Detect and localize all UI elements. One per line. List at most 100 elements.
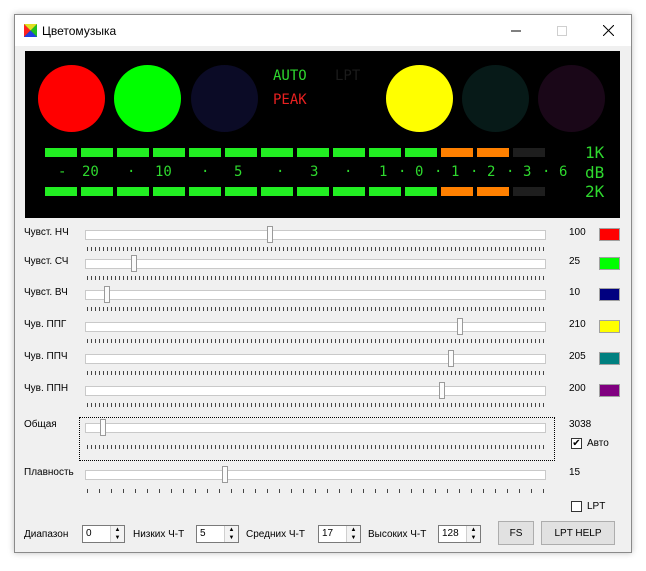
minimize-icon	[511, 30, 521, 31]
slider-track[interactable]	[85, 386, 546, 396]
lamp-red	[38, 65, 105, 132]
slider-track[interactable]	[85, 290, 546, 300]
level-segment	[261, 148, 293, 157]
smooth-ticks	[87, 489, 545, 493]
slider-thumb[interactable]	[457, 318, 463, 335]
lpt-help-button[interactable]: LPT HELP	[541, 521, 615, 545]
high-value: 128	[442, 528, 459, 539]
level-segment	[81, 187, 113, 196]
scale-tick-label: -	[58, 164, 67, 180]
color-swatch[interactable]	[599, 384, 620, 397]
total-track[interactable]	[85, 423, 546, 433]
slider-ticks	[87, 276, 545, 280]
color-swatch[interactable]	[599, 352, 620, 365]
slider-track[interactable]	[85, 259, 546, 269]
slider-ticks	[87, 339, 545, 343]
level-segment	[477, 187, 509, 196]
spinner-arrows-icon[interactable]: ▲ ▼	[346, 526, 360, 542]
visualizer-panel: AUTO LPT PEAK -20 · 10 · 5 · 3 · 1 · 0 · 1 · 2 · 3 · 6 1K …	[25, 51, 620, 218]
smooth-slider-thumb[interactable]	[222, 466, 228, 483]
level-segment	[513, 148, 545, 157]
level-segment	[189, 148, 221, 157]
range-label: Диапазон	[24, 529, 69, 540]
slider-ticks	[87, 307, 545, 311]
lamp-yellow	[386, 65, 453, 132]
level-segment	[513, 187, 545, 196]
maximize-button[interactable]	[539, 15, 585, 46]
slider-label: Чувст. НЧ	[24, 227, 69, 238]
color-swatch[interactable]	[599, 288, 620, 301]
auto-label: Авто	[587, 438, 609, 449]
smooth-value: 15	[569, 467, 581, 478]
level-segment	[297, 187, 329, 196]
slider-thumb[interactable]	[439, 382, 445, 399]
level-segment	[117, 187, 149, 196]
mid-label: Средних Ч-Т	[246, 529, 305, 540]
scale-tick-label: 0	[415, 164, 424, 180]
color-swatch[interactable]	[599, 257, 620, 270]
app-icon	[24, 24, 37, 37]
color-swatch[interactable]	[599, 320, 620, 333]
peak-indicator: PEAK	[273, 92, 307, 108]
slider-thumb[interactable]	[104, 286, 110, 303]
smooth-label: Плавность	[24, 467, 74, 478]
high-label: Высоких Ч-Т	[368, 529, 427, 540]
label-2k: 2K	[585, 182, 605, 201]
slider-thumb[interactable]	[267, 226, 273, 243]
low-spinner[interactable]: 5 ▲ ▼	[196, 525, 239, 543]
range-spinner[interactable]: 0 ▲ ▼	[82, 525, 125, 543]
slider-value: 100	[569, 227, 586, 238]
title-bar[interactable]: Цветомузыка	[15, 15, 631, 46]
level-segment	[405, 187, 437, 196]
total-label: Общая	[24, 419, 57, 430]
level-segment	[441, 187, 473, 196]
slider-label: Чув. ППЧ	[24, 351, 68, 362]
lamp-green	[114, 65, 181, 132]
slider-value: 25	[569, 256, 581, 267]
spinner-arrows-icon[interactable]: ▲ ▼	[224, 526, 238, 542]
slider-track[interactable]	[85, 230, 546, 240]
smooth-track[interactable]	[85, 470, 546, 480]
color-swatch[interactable]	[599, 228, 620, 241]
scale-tick-label: 6	[559, 164, 568, 180]
scale-tick-label: ·	[127, 164, 136, 180]
level-segment	[153, 148, 185, 157]
slider-value: 205	[569, 351, 586, 362]
slider-value: 10	[569, 287, 581, 298]
auto-checkbox[interactable]: ✔	[571, 438, 582, 449]
spinner-arrows-icon[interactable]: ▲ ▼	[110, 526, 124, 542]
slider-thumb[interactable]	[131, 255, 137, 272]
slider-ticks	[87, 371, 545, 375]
high-spinner[interactable]: 128 ▲ ▼	[438, 525, 481, 543]
level-segment	[45, 148, 77, 157]
scale-tick-label: 10	[155, 164, 172, 180]
slider-ticks	[87, 403, 545, 407]
level-segment	[45, 187, 77, 196]
minimize-button[interactable]	[493, 15, 539, 46]
slider-track[interactable]	[85, 322, 546, 332]
level-segment	[297, 148, 329, 157]
mid-spinner[interactable]: 17 ▲ ▼	[318, 525, 361, 543]
maximize-icon	[557, 25, 567, 36]
lpt-checkbox[interactable]	[571, 501, 582, 512]
mid-value: 17	[322, 528, 334, 539]
scale-tick-label: ·	[201, 164, 210, 180]
level-segment	[333, 187, 365, 196]
total-slider-thumb[interactable]	[100, 419, 106, 436]
window-title: Цветомузыка	[42, 24, 117, 38]
lpt-label: LPT	[587, 501, 606, 512]
fs-button[interactable]: FS	[498, 521, 534, 545]
level-segment	[369, 148, 401, 157]
level-segment	[441, 148, 473, 157]
slider-track[interactable]	[85, 354, 546, 364]
level-segment	[81, 148, 113, 157]
app-window: Цветомузыка AUTO LPT PEAK -20 · 10 · 5 · 3 · 1 · 0…	[14, 14, 632, 553]
close-button[interactable]	[585, 15, 631, 46]
scale-tick-label: 5	[234, 164, 243, 180]
slider-thumb[interactable]	[448, 350, 454, 367]
spinner-arrows-icon[interactable]: ▲ ▼	[466, 526, 480, 542]
range-value: 0	[86, 528, 92, 539]
level-segment	[261, 187, 293, 196]
slider-label: Чув. ППГ	[24, 319, 67, 330]
scale-tick-label: ·	[434, 164, 443, 180]
